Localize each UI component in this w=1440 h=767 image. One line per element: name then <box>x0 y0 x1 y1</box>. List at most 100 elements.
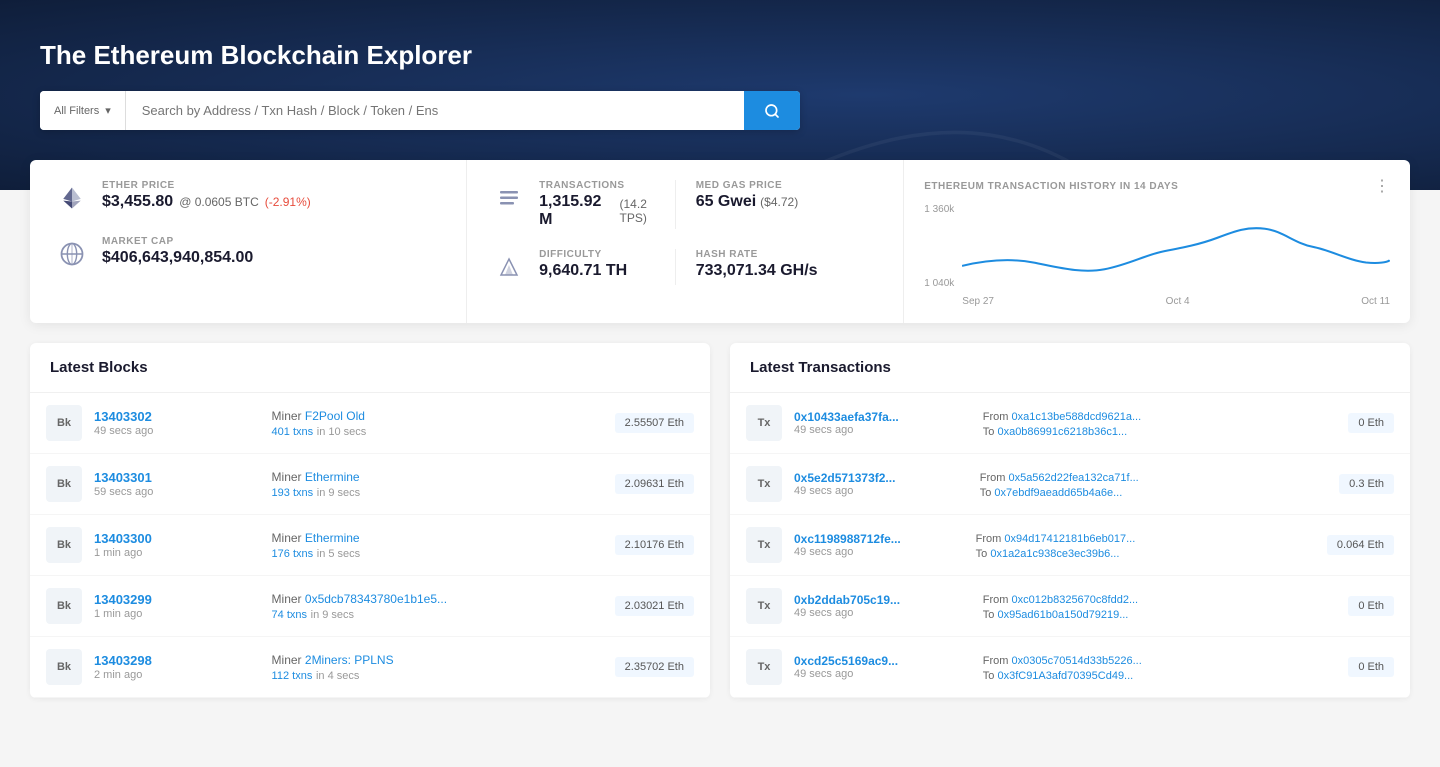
chart-x-label-1: Oct 4 <box>1166 296 1190 307</box>
stats-panel: ETHER PRICE $3,455.80 @ 0.0605 BTC (-2.9… <box>30 160 1410 323</box>
miner-txns-suffix: in 4 secs <box>316 670 359 682</box>
search-icon <box>764 103 780 119</box>
tx-badge: Tx <box>746 466 782 502</box>
search-button[interactable] <box>744 91 800 130</box>
chart-container: 1 360k 1 040k Sep 27 Oct 4 Oct 11 <box>924 204 1390 307</box>
tx-time: 49 secs ago <box>794 668 971 680</box>
tx-amount: 0 Eth <box>1348 657 1394 677</box>
difficulty-cell: DIFFICULTY 9,640.71 TH <box>491 249 675 285</box>
search-input[interactable] <box>126 91 744 130</box>
tx-to[interactable]: 0x95ad61b0a150d79219... <box>997 609 1128 621</box>
transactions-content: TRANSACTIONS 1,315.92 M (14.2 TPS) <box>539 180 675 229</box>
tx-item: Tx 0x5e2d571373f2... 49 secs ago From 0x… <box>730 454 1410 515</box>
from-label: From <box>983 411 1012 423</box>
tx-from[interactable]: 0xa1c13be588dcd9621a... <box>1012 411 1142 423</box>
miner-label: Miner <box>272 409 305 423</box>
tx-from[interactable]: 0xc012b8325670c8fdd2... <box>1012 594 1139 606</box>
block-item: Bk 13403299 1 min ago Miner 0x5dcb783437… <box>30 576 710 637</box>
tx-hash[interactable]: 0xcd25c5169ac9... <box>794 654 971 668</box>
miner-name[interactable]: 0x5dcb78343780e1b1e5... <box>305 592 447 606</box>
chevron-down-icon: ▾ <box>105 104 111 117</box>
block-time: 1 min ago <box>94 547 260 559</box>
transactions-cell: TRANSACTIONS 1,315.92 M (14.2 TPS) <box>491 180 675 229</box>
tx-hash[interactable]: 0x10433aefa37fa... <box>794 410 971 424</box>
transactions-tps: (14.2 TPS) <box>620 197 675 225</box>
miner-txns[interactable]: 112 txns <box>272 670 313 682</box>
mountain-icon <box>497 255 521 279</box>
tx-hash[interactable]: 0xc1198988712fe... <box>794 532 964 546</box>
tx-item: Tx 0xc1198988712fe... 49 secs ago From 0… <box>730 515 1410 576</box>
block-miner: Miner Ethermine 176 txns in 5 secs <box>272 530 603 560</box>
tx-addresses: From 0x0305c70514d33b5226... To 0x3fC91A… <box>983 652 1337 682</box>
tx-time: 49 secs ago <box>794 607 971 619</box>
tx-to[interactable]: 0x1a2a1c938ce3ec39b6... <box>990 548 1119 560</box>
block-badge: Bk <box>46 527 82 563</box>
tx-addresses: From 0xa1c13be588dcd9621a... To 0xa0b869… <box>983 408 1337 438</box>
tx-addresses: From 0x5a562d22fea132ca71f... To 0x7ebdf… <box>980 469 1327 499</box>
tx-from[interactable]: 0x5a562d22fea132ca71f... <box>1008 472 1138 484</box>
hash-rate-value: 733,071.34 GH/s <box>696 262 818 279</box>
latest-transactions-panel: Latest Transactions Tx 0x10433aefa37fa..… <box>730 343 1410 698</box>
stats-middle-bottom: DIFFICULTY 9,640.71 TH HASH RATE 733,071… <box>491 249 879 285</box>
gas-price-value: 65 Gwei <box>696 193 756 211</box>
stats-middle: TRANSACTIONS 1,315.92 M (14.2 TPS) MED G… <box>467 160 904 323</box>
miner-txns[interactable]: 74 txns <box>272 609 307 621</box>
difficulty-label: DIFFICULTY <box>539 249 675 260</box>
miner-name[interactable]: 2Miners: PPLNS <box>305 653 394 667</box>
block-number[interactable]: 13403302 <box>94 409 260 424</box>
block-reward: 2.10176 Eth <box>615 535 694 555</box>
miner-name[interactable]: F2Pool Old <box>305 409 365 423</box>
block-info: 13403302 49 secs ago <box>94 409 260 437</box>
to-label: To <box>980 487 995 499</box>
ether-price-row: ETHER PRICE $3,455.80 @ 0.0605 BTC (-2.9… <box>54 180 442 216</box>
block-badge: Bk <box>46 405 82 441</box>
tx-item: Tx 0xcd25c5169ac9... 49 secs ago From 0x… <box>730 637 1410 698</box>
miner-txns[interactable]: 176 txns <box>272 548 314 560</box>
tx-to[interactable]: 0x7ebdf9aeadd65b4a6e... <box>994 487 1122 499</box>
block-number[interactable]: 13403301 <box>94 470 260 485</box>
block-time: 1 min ago <box>94 608 260 620</box>
block-number[interactable]: 13403298 <box>94 653 260 668</box>
chart-y-min: 1 040k <box>924 278 954 289</box>
miner-txns[interactable]: 401 txns <box>272 426 314 438</box>
tx-hash[interactable]: 0xb2ddab705c19... <box>794 593 971 607</box>
block-number[interactable]: 13403299 <box>94 592 260 607</box>
block-info: 13403300 1 min ago <box>94 531 260 559</box>
tx-badge: Tx <box>746 405 782 441</box>
miner-label: Miner <box>272 592 305 606</box>
miner-txns[interactable]: 193 txns <box>272 487 314 499</box>
transactions-row: TRANSACTIONS 1,315.92 M (14.2 TPS) <box>491 180 675 229</box>
tx-from[interactable]: 0x0305c70514d33b5226... <box>1012 655 1142 667</box>
tx-to[interactable]: 0xa0b86991c6218b36c1... <box>997 426 1127 438</box>
tx-amount: 0 Eth <box>1348 596 1394 616</box>
chart-x-axis: Sep 27 Oct 4 Oct 11 <box>962 296 1390 307</box>
tx-from[interactable]: 0x94d17412181b6eb017... <box>1004 533 1135 545</box>
market-cap-label: MARKET CAP <box>102 236 442 247</box>
chart-title: ETHEREUM TRANSACTION HISTORY IN 14 DAYS <box>924 181 1178 192</box>
gas-price-cell: MED GAS PRICE 65 Gwei ($4.72) <box>675 180 880 229</box>
tx-badge: Tx <box>746 527 782 563</box>
block-item: Bk 13403300 1 min ago Miner Ethermine 17… <box>30 515 710 576</box>
transactions-icon <box>491 180 527 216</box>
block-miner: Miner 2Miners: PPLNS 112 txns in 4 secs <box>272 652 603 682</box>
block-reward: 2.35702 Eth <box>615 657 694 677</box>
miner-label: Miner <box>272 470 305 484</box>
block-reward: 2.55507 Eth <box>615 413 694 433</box>
miner-name[interactable]: Ethermine <box>305 531 360 545</box>
ether-price-content: ETHER PRICE $3,455.80 @ 0.0605 BTC (-2.9… <box>102 180 442 211</box>
miner-label: Miner <box>272 653 305 667</box>
ethereum-icon <box>58 184 86 212</box>
tx-hash[interactable]: 0x5e2d571373f2... <box>794 471 968 485</box>
to-label: To <box>983 609 998 621</box>
block-info: 13403301 59 secs ago <box>94 470 260 498</box>
miner-name[interactable]: Ethermine <box>305 470 360 484</box>
block-reward: 2.09631 Eth <box>615 474 694 494</box>
difficulty-row: DIFFICULTY 9,640.71 TH <box>491 249 675 285</box>
filter-label: All Filters <box>54 105 99 117</box>
block-item: Bk 13403298 2 min ago Miner 2Miners: PPL… <box>30 637 710 698</box>
chart-menu-icon[interactable]: ⋮ <box>1374 176 1390 196</box>
block-number[interactable]: 13403300 <box>94 531 260 546</box>
filter-dropdown[interactable]: All Filters ▾ <box>40 91 126 130</box>
tx-to[interactable]: 0x3fC91A3afd70395Cd49... <box>997 670 1133 682</box>
tx-info: 0x5e2d571373f2... 49 secs ago <box>794 471 968 497</box>
